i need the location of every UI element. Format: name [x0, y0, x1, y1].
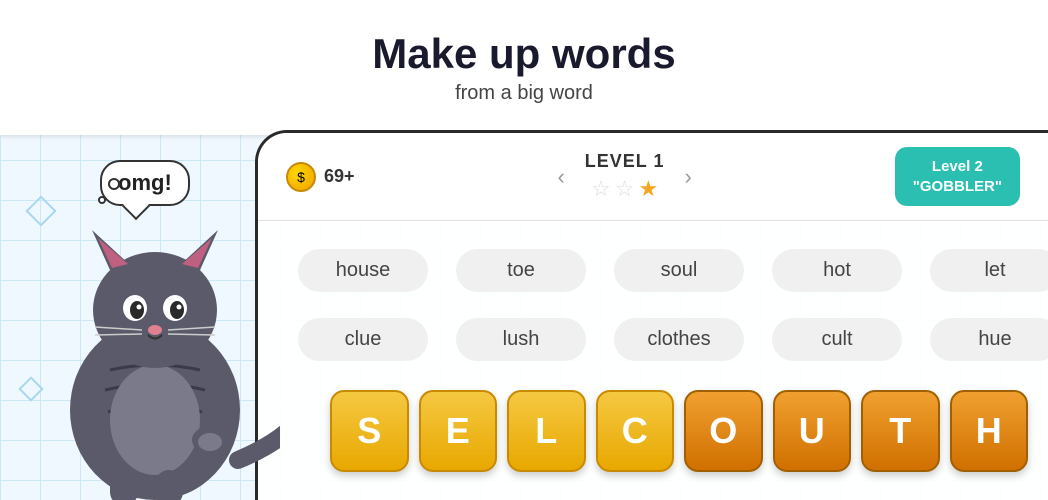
level-center: ‹ LEVEL 1 ☆ ☆ ★ ›: [549, 151, 699, 202]
word-cell-cult[interactable]: cult: [772, 318, 902, 361]
coin-area: $ 69+: [286, 162, 355, 192]
letter-tile-E[interactable]: E: [419, 390, 498, 472]
panel-topbar: $ 69+ ‹ LEVEL 1 ☆ ☆ ★ › Level 2 "GOBBLER…: [258, 133, 1048, 221]
letter-tile-L[interactable]: L: [507, 390, 586, 472]
letter-tile-H[interactable]: H: [950, 390, 1029, 472]
level-info: LEVEL 1 ☆ ☆ ★: [585, 151, 665, 202]
letter-tile-T[interactable]: T: [861, 390, 940, 472]
letter-tiles: SELCOUTH: [330, 390, 1028, 472]
letter-tile-C[interactable]: C: [596, 390, 675, 472]
star-2: ☆: [615, 176, 635, 202]
coin-count: 69+: [324, 166, 355, 187]
stars-row: ☆ ☆ ★: [585, 176, 665, 202]
word-cell-hot[interactable]: hot: [772, 249, 902, 292]
cat-illustration: [10, 120, 280, 500]
word-cell-hue[interactable]: hue: [930, 318, 1048, 361]
word-cell-clothes[interactable]: clothes: [614, 318, 744, 361]
level-label: LEVEL 1: [585, 151, 665, 172]
main-title: Make up words: [372, 30, 675, 78]
nav-right-arrow[interactable]: ›: [677, 160, 700, 194]
word-grid: house toesoulhotlet clue lush clothes culthue: [258, 221, 1048, 377]
star-1: ☆: [591, 176, 611, 202]
letter-tile-U[interactable]: U: [773, 390, 852, 472]
word-cell-let[interactable]: let: [930, 249, 1048, 292]
word-cell-soul[interactable]: soul: [614, 249, 744, 292]
word-cell-house[interactable]: house: [298, 249, 428, 292]
word-cell-clue[interactable]: clue: [298, 318, 428, 361]
letter-tile-O[interactable]: O: [684, 390, 763, 472]
letter-tile-S[interactable]: S: [330, 390, 409, 472]
word-cell-lush[interactable]: lush: [456, 318, 586, 361]
nav-left-arrow[interactable]: ‹: [549, 160, 572, 194]
next-level-button[interactable]: Level 2 "GOBBLER": [895, 147, 1020, 206]
word-cell-toe[interactable]: toe: [456, 249, 586, 292]
coin-icon: $: [286, 162, 316, 192]
sub-title: from a big word: [455, 82, 593, 105]
star-3: ★: [639, 176, 659, 202]
cat-container: omg!: [10, 100, 280, 500]
